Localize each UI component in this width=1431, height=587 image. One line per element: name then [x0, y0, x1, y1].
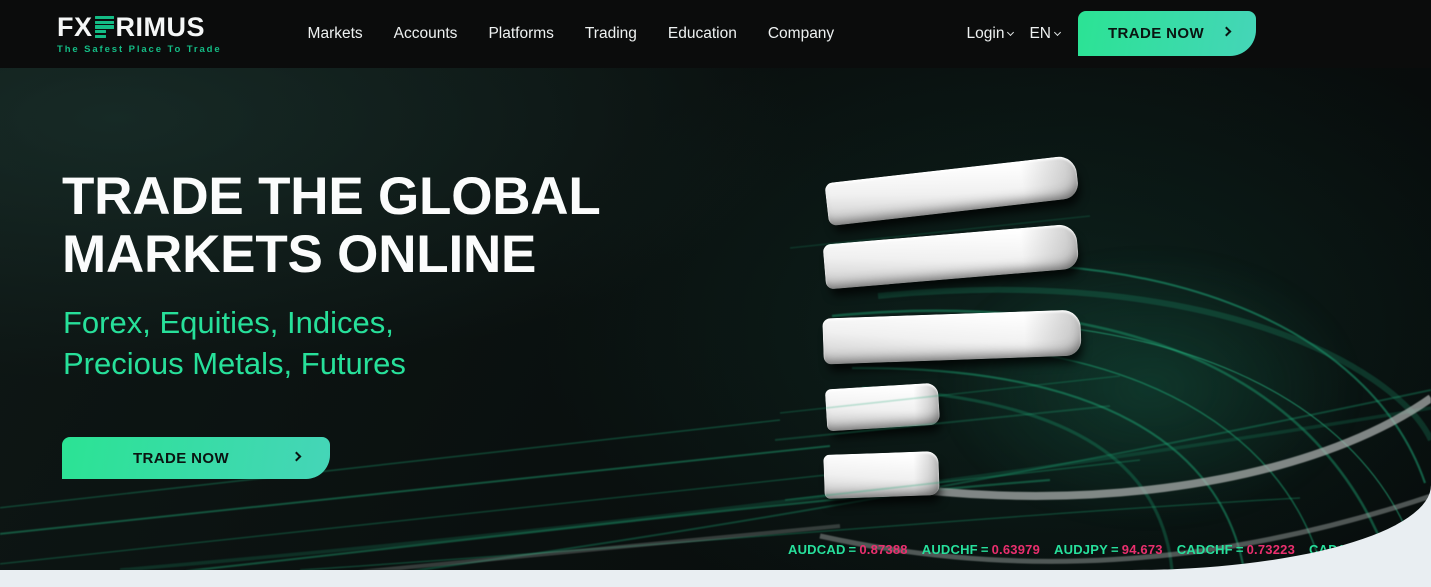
price-ticker: AUDCAD=0.87388 AUDCHF=0.63979 AUDJPY=94.…	[788, 542, 1363, 557]
menu-item-trading[interactable]: Trading	[585, 25, 637, 43]
main-menu: Markets Accounts Platforms Trading Educa…	[308, 25, 835, 43]
ticker-separator: =	[981, 542, 989, 557]
login-label: Login	[967, 25, 1005, 43]
hero-trade-now-label: TRADE NOW	[133, 450, 229, 467]
hero-title-line1: TRADE THE GLOBAL	[62, 167, 601, 226]
chevron-down-icon	[1054, 29, 1061, 36]
ticker-item: AUDCHF=0.63979	[922, 542, 1040, 557]
ticker-value: 0.73223	[1247, 542, 1295, 557]
ticker-value: 0.87388	[859, 542, 907, 557]
brand-tagline: The Safest Place To Trade	[57, 44, 222, 55]
ticker-item: AUDCAD=0.87388	[788, 542, 908, 557]
chevron-down-icon	[1007, 29, 1014, 36]
brand-logo[interactable]: FX RIMUS The Safest Place To Trade	[57, 14, 222, 55]
brand-logo-row: FX RIMUS	[57, 14, 222, 41]
hero-title: TRADE THE GLOBAL MARKETS ONLINE	[62, 168, 601, 284]
navbar-right-group: Login EN TRADE NOW	[967, 25, 1256, 44]
ticker-separator: =	[1111, 542, 1119, 557]
ticker-item: CADCHF=0.73223	[1177, 542, 1295, 557]
ticker-pair: AUDCHF	[922, 542, 978, 557]
ticker-separator: =	[1236, 542, 1244, 557]
page: FX RIMUS The Safest Place To Trade Marke…	[0, 0, 1431, 587]
arrow-right-icon	[292, 452, 302, 462]
ticker-pair: CADCHF	[1177, 542, 1233, 557]
ticker-pair: AUDCAD	[788, 542, 846, 557]
hero-subtitle-line2: Precious Metals, Futures	[63, 346, 406, 381]
hero-section: TRADE THE GLOBAL MARKETS ONLINE Forex, E…	[0, 68, 1431, 570]
hero-subtitle: Forex, Equities, Indices, Precious Metal…	[63, 302, 601, 384]
ticker-value: 0.63979	[992, 542, 1040, 557]
logo-text-prefix: FX	[57, 14, 93, 41]
language-selector[interactable]: EN	[1029, 25, 1060, 43]
navbar: FX RIMUS The Safest Place To Trade Marke…	[0, 0, 1431, 68]
menu-item-company[interactable]: Company	[768, 25, 834, 43]
ticker-pair: AUDJPY	[1054, 542, 1108, 557]
language-label: EN	[1029, 25, 1051, 43]
menu-item-education[interactable]: Education	[668, 25, 737, 43]
ticker-value: 94.673	[1122, 542, 1163, 557]
hero-copy: TRADE THE GLOBAL MARKETS ONLINE Forex, E…	[62, 168, 601, 384]
arrow-right-icon	[1222, 27, 1232, 37]
logo-mark-icon	[95, 15, 115, 39]
menu-item-platforms[interactable]: Platforms	[488, 25, 553, 43]
ticker-pair: CADJPY	[1309, 542, 1363, 557]
logo-text-suffix: RIMUS	[116, 14, 206, 41]
ticker-separator: =	[849, 542, 857, 557]
hero-trade-now-button[interactable]: TRADE NOW	[62, 437, 330, 479]
ticker-item: CADJPY	[1309, 542, 1363, 557]
hero-title-line2: MARKETS ONLINE	[62, 225, 536, 284]
nav-trade-now-button[interactable]: TRADE NOW	[1078, 11, 1256, 56]
login-dropdown[interactable]: Login	[967, 25, 1014, 43]
menu-item-accounts[interactable]: Accounts	[394, 25, 458, 43]
ticker-item: AUDJPY=94.673	[1054, 542, 1163, 557]
nav-trade-now-label: TRADE NOW	[1108, 25, 1204, 42]
menu-item-markets[interactable]: Markets	[308, 25, 363, 43]
hero-subtitle-line1: Forex, Equities, Indices,	[63, 305, 394, 340]
